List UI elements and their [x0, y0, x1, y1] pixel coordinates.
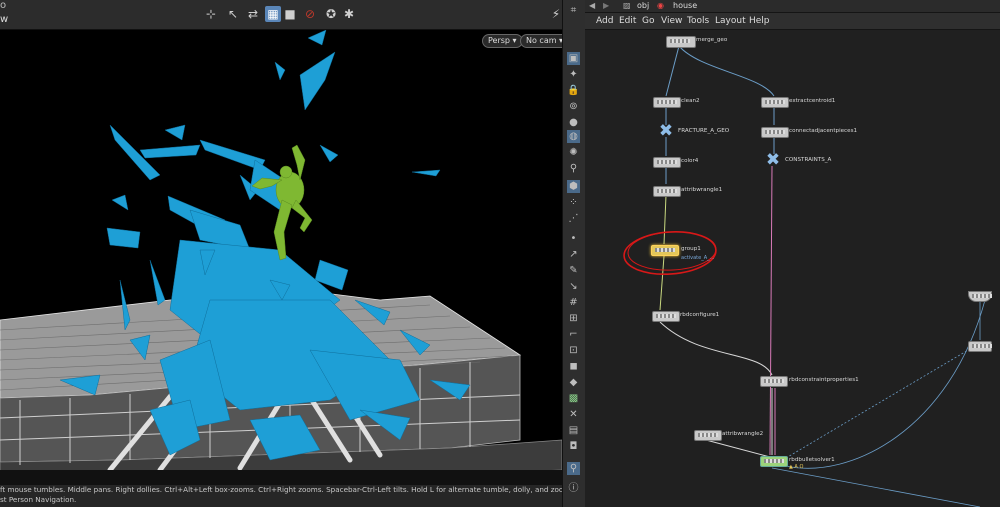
forward-arrow-icon[interactable]: ▶ — [603, 0, 609, 12]
lock-icon[interactable]: 🔒 — [567, 84, 580, 97]
node-rbdconstraintproperties1[interactable] — [760, 376, 788, 387]
node-label: clean2 — [681, 98, 700, 104]
pencil-icon[interactable]: ✎ — [567, 264, 580, 277]
ghost-icon[interactable]: ⊡ — [567, 344, 580, 357]
normals-icon[interactable]: ↗ — [567, 248, 580, 261]
menu-view[interactable]: View — [661, 15, 682, 27]
render-region-icon[interactable]: ▤ — [567, 424, 580, 437]
menu-layout[interactable]: Layout — [715, 15, 746, 27]
node-color4[interactable] — [653, 157, 681, 168]
viewport-label: w — [0, 14, 9, 25]
select-arrow-icon[interactable]: ↖ — [225, 6, 241, 22]
points-icon[interactable]: ⁘ — [567, 196, 580, 209]
node-flags: ▲ A O — [789, 464, 804, 470]
pin-icon[interactable]: ⚲ — [567, 162, 580, 175]
path-object[interactable]: house — [673, 0, 697, 12]
node-group1[interactable] — [651, 245, 679, 256]
display-tool-icon[interactable]: ◍ — [567, 130, 580, 143]
display-options-icon[interactable]: ▦ — [265, 6, 281, 22]
node-label: extractcentroid1 — [789, 98, 836, 104]
scene-viewport[interactable] — [0, 0, 562, 507]
grid-icon[interactable]: ⊞ — [567, 312, 580, 325]
camera-view-icon[interactable]: ■ — [282, 6, 298, 22]
dot-icon[interactable]: • — [567, 232, 580, 245]
geometry-icon[interactable]: ⬢ — [567, 180, 580, 193]
info-pin-icon[interactable]: ⚲ — [567, 462, 580, 475]
node-label: attribwrangle2 — [722, 431, 764, 437]
network-editor[interactable]: ◀ ▶ ▨ obj ◉ house Add Edit Go View Tools… — [585, 0, 1000, 507]
node-label: connectadjacentpieces1 — [789, 128, 858, 134]
node-clean2[interactable] — [653, 97, 681, 108]
status-bar: ft mouse tumbles. Middle pans. Right dol… — [0, 485, 562, 507]
node-merge-geo[interactable] — [666, 36, 696, 48]
menu-edit[interactable]: Edit — [619, 15, 636, 27]
network-path-bar: ◀ ▶ ▨ obj ◉ house — [585, 0, 1000, 13]
sphere-icon[interactable]: ● — [567, 116, 580, 129]
node-label: rbdconstraintproperties1 — [789, 377, 859, 383]
viewport-toolbar: o w ⊹ ↖ ⇄ ▦ ■ ⊘ ✪ ✱ ⚡ — [0, 0, 562, 30]
select-tool-icon[interactable]: ▣ — [567, 52, 580, 65]
node-label: color4 — [681, 158, 699, 164]
shading-icon[interactable]: ◼ — [567, 360, 580, 373]
node-offscreen-top[interactable] — [968, 291, 992, 302]
node-comment: activate_A_... — [681, 255, 715, 261]
ortho-icon[interactable]: ⌐ — [567, 328, 580, 341]
node-label: merge_geo — [696, 37, 728, 43]
object-merge-icon[interactable]: ✖ — [656, 123, 676, 140]
node-extractcentroid1[interactable] — [761, 97, 789, 108]
back-arrow-icon[interactable]: ◀ — [589, 0, 595, 12]
snap-icon[interactable]: ⊹ — [203, 6, 219, 22]
perspective-dropdown[interactable]: Persp ▾ — [482, 34, 523, 48]
status-line: ft mouse tumbles. Middle pans. Right dol… — [0, 485, 562, 494]
node-label: rbdbulletsolver1 — [789, 457, 835, 463]
flipbook-icon[interactable]: ◘ — [567, 440, 580, 453]
menu-help[interactable]: Help — [749, 15, 770, 27]
view-tool-icon[interactable]: ⊚ — [567, 100, 580, 113]
background-icon[interactable]: ▩ — [567, 392, 580, 405]
viewport-shelf: ⌗ ▣ ✦ 🔒 ⊚ ● ◍ ✺ ⚲ ⬢ ⁘ ⋰ • ↗ ✎ ↘ # ⊞ ⌐ ⊡ … — [562, 0, 586, 507]
node-label: rbdconfigure1 — [680, 312, 720, 318]
object-icon: ◉ — [657, 1, 664, 10]
menu-go[interactable]: Go — [642, 15, 654, 27]
context-icon: ▨ — [623, 1, 631, 10]
node-offscreen-bottom[interactable] — [968, 341, 992, 352]
node-label: group1 — [681, 246, 701, 252]
menu-add[interactable]: Add — [596, 15, 613, 27]
edges-icon[interactable]: ⋰ — [567, 212, 580, 225]
object-merge-icon[interactable]: ✖ — [763, 152, 783, 169]
numbers-icon[interactable]: # — [567, 296, 580, 309]
menu-tools[interactable]: Tools — [687, 15, 709, 27]
move-tool-icon[interactable]: ✦ — [567, 68, 580, 81]
stop-icon[interactable]: ⊘ — [302, 6, 318, 22]
transform-icon[interactable]: ⇄ — [245, 6, 261, 22]
path-context[interactable]: obj — [637, 0, 649, 12]
vector-icon[interactable]: ↘ — [567, 280, 580, 293]
node-attribwrangle2[interactable] — [694, 430, 722, 441]
camera-icon[interactable]: ✕ — [567, 408, 580, 421]
network-menu-bar: Add Edit Go View Tools Layout Help — [585, 13, 1000, 30]
light-bulb-icon[interactable]: ✺ — [567, 146, 580, 159]
node-label: attribwrangle1 — [681, 187, 723, 193]
viewport-3d-scene[interactable] — [0, 29, 562, 485]
pane-tab-stub[interactable]: o — [0, 0, 6, 11]
node-attribwrangle1[interactable] — [653, 186, 681, 197]
status-line: st Person Navigation. — [0, 495, 77, 504]
node-label: CONSTRAINTS_A — [785, 157, 832, 163]
tool-icon[interactable]: ⌗ — [567, 4, 580, 17]
node-rbdconfigure1[interactable] — [652, 311, 680, 322]
node-label: FRACTURE_A_GEO — [678, 128, 730, 134]
help-icon[interactable]: ⓘ — [567, 482, 580, 495]
node-connectadjacentpieces1[interactable] — [761, 127, 789, 138]
node-rbdbulletsolver1[interactable] — [760, 456, 788, 467]
settings-gear-icon[interactable]: ✱ — [341, 6, 357, 22]
wireframe-icon[interactable]: ◆ — [567, 376, 580, 389]
render-icon[interactable]: ✪ — [323, 6, 339, 22]
